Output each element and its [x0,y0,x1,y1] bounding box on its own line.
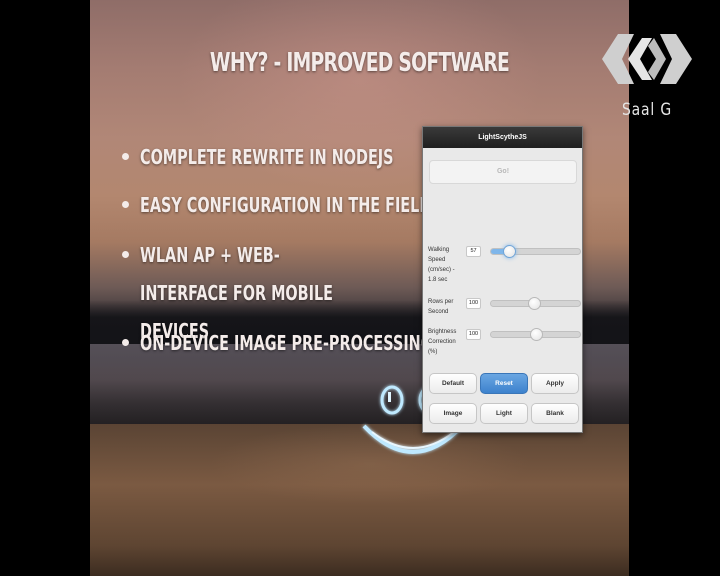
brightness-correction-slider[interactable] [490,328,581,341]
bullet-dot-icon [122,153,129,160]
bullet-item: EASY CONFIGURATION IN THE FIELD [120,186,431,236]
setting-label: Walking Speed (cm/sec) - 1.8 sec [428,247,455,283]
setting-label: Rows per Second [428,299,454,315]
slider-handle[interactable] [529,328,543,341]
bullet-list: COMPLETE REWRITE IN NODEJS EASY CONFIGUR… [120,138,433,362]
bullet-item: ON-DEVICE IMAGE PRE-PROCESSING [120,324,433,362]
slide-title: WHY? - IMPROVED SOFTWARE [209,48,510,78]
image-button[interactable]: Image [429,403,477,424]
presentation-slide: WHY? - IMPROVED SOFTWARE COMPLETE REWRIT… [90,0,629,576]
channel-logo-text: Saal G [622,100,672,120]
rows-per-second-slider[interactable] [490,297,581,310]
slider-fill [491,332,536,337]
apply-button[interactable]: Apply [531,373,579,394]
bullet-dot-icon [122,201,129,208]
reset-button[interactable]: Reset [480,373,528,394]
walking-speed-input[interactable]: 57 [466,246,481,257]
video-frame: WHY? - IMPROVED SOFTWARE COMPLETE REWRIT… [0,0,720,576]
channel-logo-icon [602,34,692,84]
slider-handle[interactable] [502,245,516,258]
default-button[interactable]: Default [429,373,477,394]
mobile-app-screenshot: LightScytheJS Go! Walking Speed (cm/sec)… [422,126,583,433]
walking-speed-slider[interactable] [490,245,581,258]
bullet-dot-icon [122,251,129,258]
blank-button[interactable]: Blank [531,403,579,424]
bullet-dot-icon [122,339,129,346]
slider-handle[interactable] [527,297,541,310]
bullet-item: COMPLETE REWRITE IN NODEJS [120,138,420,186]
setting-label: Brightness Correction (%) [428,329,457,355]
bullet-item: WLAN AP + WEB-INTERFACE FOR MOBILE DEVIC… [120,236,420,343]
brightness-correction-input[interactable]: 100 [466,329,481,340]
go-button[interactable]: Go! [429,160,577,184]
app-title-bar: LightScytheJS [423,127,582,148]
rows-per-second-input[interactable]: 100 [466,298,481,309]
light-button[interactable]: Light [480,403,528,424]
